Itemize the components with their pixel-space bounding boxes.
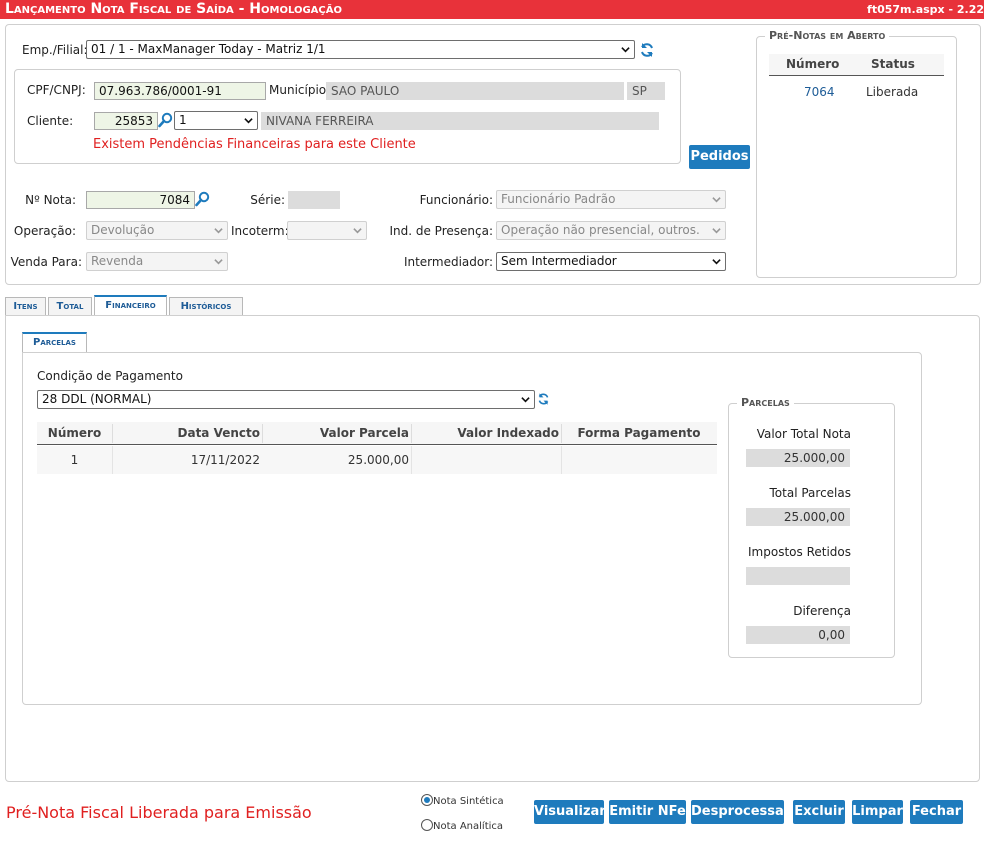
col-data-vencto: Data Vencto: [177, 426, 260, 440]
col-forma-pagamento: Forma Pagamento: [577, 426, 701, 440]
col-valor-parcela: Valor Parcela: [319, 426, 409, 440]
operacao-value: Devolução: [91, 223, 155, 237]
excluir-button[interactable]: Excluir: [793, 800, 845, 824]
pre-notas-legend: Pré-Notas em Aberto: [765, 29, 890, 43]
condicao-value: 28 DDL (NORMAL): [42, 392, 152, 406]
operacao-label: Operação:: [13, 224, 76, 238]
pendencias-warning: Existem Pendências Financeiras para este…: [93, 137, 416, 152]
intermediador-value: Sem Intermediador: [501, 254, 617, 268]
intermediador-select[interactable]: Sem Intermediador: [496, 252, 726, 271]
incoterm-label: Incoterm:: [231, 224, 289, 238]
chevron-down-icon: [712, 228, 721, 234]
tab-itens[interactable]: Itens: [5, 297, 46, 315]
presenca-label: Ind. de Presença:: [389, 224, 493, 238]
presenca-value: Operação não presencial, outros.: [501, 223, 700, 237]
emp-filial-label: Emp./Filial:: [22, 43, 88, 57]
nota-analitica-label: Nota Analítica: [433, 821, 504, 832]
cliente-select[interactable]: 1: [174, 111, 258, 130]
chevron-down-icon: [621, 47, 630, 53]
col-numero: Número: [47, 426, 102, 440]
municipio-label: Município:: [269, 83, 331, 97]
cliente-name-field: NIVANA FERREIRA: [261, 112, 659, 130]
venda-para-select: Revenda: [86, 252, 228, 271]
serie-label: Série:: [250, 193, 285, 207]
condicao-label: Condição de Pagamento: [37, 369, 183, 383]
funcionario-select: Funcionário Padrão: [496, 190, 726, 209]
refresh-icon[interactable]: [639, 42, 655, 58]
chevron-down-icon: [244, 118, 253, 124]
cliente-select-value: 1: [179, 113, 187, 127]
total-parcelas-label: Total Parcelas: [769, 486, 851, 500]
row-divider: [561, 446, 562, 474]
pre-nota-numero-link[interactable]: 7064: [804, 78, 835, 106]
col-valor-indexado: Valor Indexado: [457, 426, 559, 440]
chevron-down-icon: [214, 228, 223, 234]
funcionario-value: Funcionário Padrão: [501, 192, 616, 206]
intermediador-label: Intermediador:: [403, 255, 493, 269]
valor-total-field: 25.000,00: [746, 449, 850, 467]
presenca-select: Operação não presencial, outros.: [496, 221, 726, 240]
funcionario-label: Funcionário:: [419, 193, 493, 207]
limpar-button[interactable]: Limpar: [852, 800, 903, 824]
emitir-nfe-button[interactable]: Emitir NFe: [609, 800, 686, 824]
search-icon[interactable]: [195, 191, 210, 207]
window-title: Lançamento Nota Fiscal de Saída - Homolo…: [5, 1, 343, 17]
parcelas-summary-legend: Parcelas: [737, 396, 794, 410]
cell-valor-parcela: 25.000,00: [347, 453, 409, 467]
impostos-retidos-field: [746, 567, 850, 585]
venda-para-label: Venda Para:: [10, 255, 82, 269]
impostos-retidos-label: Impostos Retidos: [748, 545, 851, 559]
municipio-field: SAO PAULO: [326, 82, 624, 100]
search-icon[interactable]: [158, 112, 173, 128]
status-message: Pré-Nota Fiscal Liberada para Emissão: [6, 803, 312, 822]
diferenca-field: 0,00: [746, 626, 850, 644]
cpf-label: CPF/CNPJ:: [27, 83, 86, 97]
nota-sintetica-label: Nota Sintética: [433, 796, 504, 807]
nota-analitica-radio[interactable]: [421, 819, 433, 831]
chevron-down-icon: [214, 259, 223, 265]
tab-total[interactable]: Total: [48, 297, 92, 315]
title-bar: Lançamento Nota Fiscal de Saída - Homolo…: [0, 0, 984, 19]
pre-notas-col-status: Status: [871, 57, 915, 71]
emp-filial-select[interactable]: 01 / 1 - MaxManager Today - Matriz 1/1: [86, 40, 635, 59]
incoterm-select: [287, 221, 367, 240]
visualizar-button[interactable]: Visualizar: [534, 800, 606, 824]
numero-nota-field[interactable]: 7084: [86, 191, 195, 209]
refresh-icon[interactable]: [537, 391, 550, 407]
pre-nota-status: Liberada: [866, 85, 919, 99]
desprocessar-button[interactable]: Desprocessar: [691, 800, 790, 824]
chevron-down-icon: [712, 259, 721, 265]
page-reference: ft057m.aspx - 2.22: [867, 3, 984, 16]
tab-historicos[interactable]: Históricos: [169, 297, 243, 315]
cliente-label: Cliente:: [27, 114, 74, 128]
numero-nota-label: Nº Nota:: [25, 193, 76, 207]
chevron-down-icon: [353, 228, 362, 234]
total-parcelas-field: 25.000,00: [746, 508, 850, 526]
cliente-code-field[interactable]: 25853: [94, 112, 158, 130]
operacao-select: Devolução: [86, 221, 228, 240]
cpf-field[interactable]: 07.963.786/0001-91: [94, 82, 266, 100]
chevron-down-icon: [521, 397, 530, 403]
pre-notas-col-numero: Número: [786, 57, 840, 71]
valor-total-label: Valor Total Nota: [756, 427, 851, 441]
tab-financeiro[interactable]: Financeiro: [94, 295, 167, 315]
pedidos-button[interactable]: Pedidos: [689, 145, 750, 169]
venda-para-value: Revenda: [91, 254, 144, 268]
row-divider: [411, 446, 412, 474]
condicao-select[interactable]: 28 DDL (NORMAL): [37, 390, 535, 409]
cell-data-vencto: 17/11/2022: [190, 453, 260, 467]
chevron-down-icon: [712, 197, 721, 203]
serie-field: [288, 191, 340, 209]
nota-sintetica-radio[interactable]: [421, 794, 433, 806]
fechar-button[interactable]: Fechar: [910, 800, 963, 824]
diferenca-label: Diferença: [793, 604, 851, 618]
cell-numero: 1: [70, 453, 79, 467]
subtab-parcelas[interactable]: Parcelas: [22, 332, 87, 352]
emp-filial-value: 01 / 1 - MaxManager Today - Matriz 1/1: [91, 42, 326, 56]
uf-field: SP: [627, 82, 665, 100]
